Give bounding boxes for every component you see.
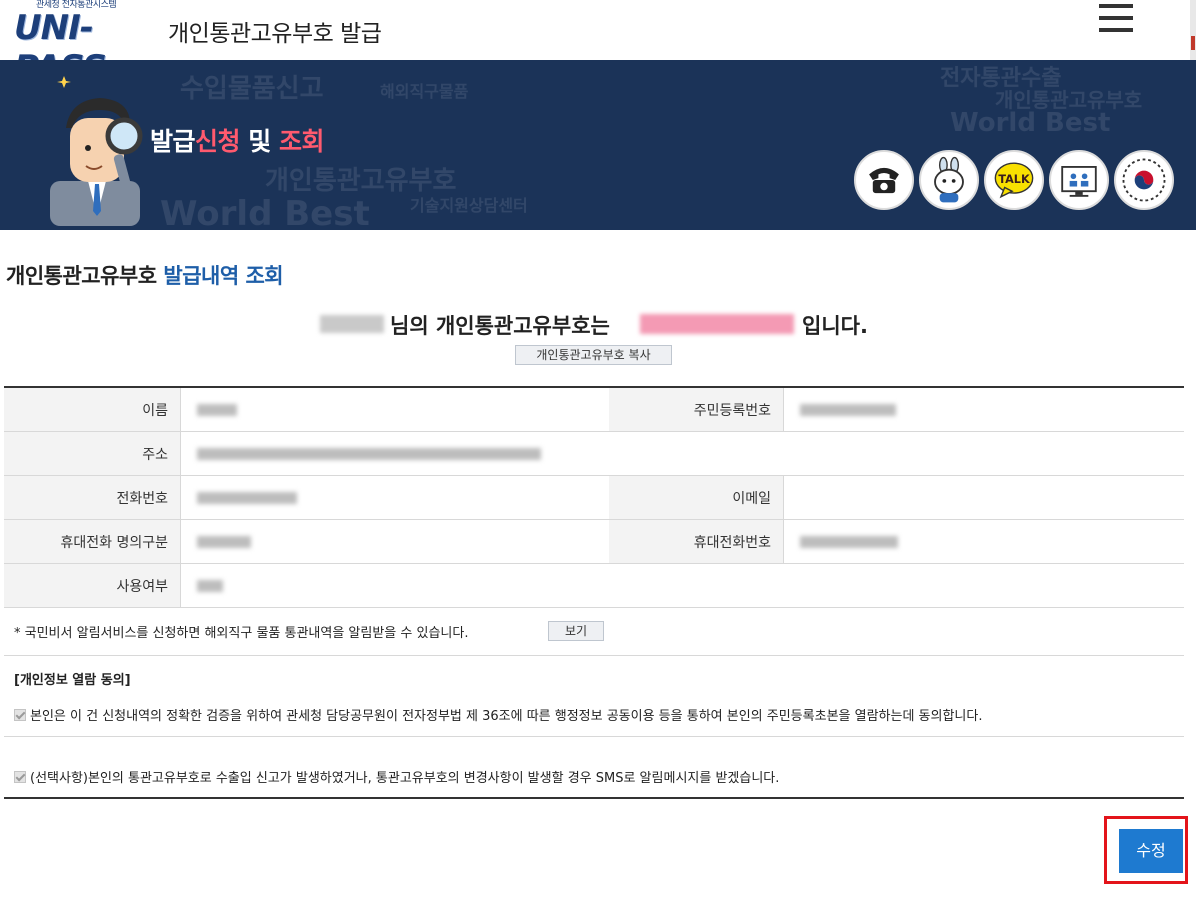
address-label: 주소 bbox=[4, 431, 181, 476]
consent-checkbox-1[interactable] bbox=[14, 709, 26, 721]
hamburger-menu-icon[interactable] bbox=[1099, 4, 1133, 34]
hero-banner: 수입물품신고 해외직구물품 전자통관수출 개인통관고유부호 World Best… bbox=[0, 60, 1196, 230]
consent-title: [개인정보 열람 동의] bbox=[14, 673, 131, 688]
name-label: 이름 bbox=[4, 386, 181, 432]
consent-item-2: (선택사항)본인의 통관고유부호로 수출입 신고가 발생하였거나, 통관고유부호… bbox=[14, 767, 779, 786]
email-value bbox=[783, 475, 1184, 520]
phone-value bbox=[180, 475, 609, 520]
top-header: 관세청 전자통관시스템 UNI-PASS 개인통관고유부호 발급 bbox=[0, 0, 1196, 88]
notice-text: * 국민비서 알림서비스를 신청하면 해외직구 물품 통관내역을 알림받을 수 … bbox=[14, 626, 469, 641]
consent-text-2: (선택사항)본인의 통관고유부호로 수출입 신고가 발생하였거나, 통관고유부호… bbox=[30, 771, 780, 786]
page-title: 개인통관고유부호 발급 bbox=[168, 21, 382, 47]
svg-text:TALK: TALK bbox=[998, 173, 1031, 186]
redacted-customs-code bbox=[640, 314, 794, 334]
divider bbox=[4, 736, 1184, 737]
mobile-owner-value bbox=[180, 519, 609, 564]
rrn-label: 주민등록번호 bbox=[609, 386, 784, 432]
copy-code-button[interactable]: 개인통관고유부호 복사 bbox=[515, 345, 672, 365]
consent-checkbox-2[interactable] bbox=[14, 771, 26, 783]
government-emblem-icon[interactable] bbox=[1114, 150, 1174, 210]
email-label: 이메일 bbox=[609, 475, 784, 520]
phone-icon[interactable] bbox=[854, 150, 914, 210]
divider bbox=[4, 655, 1184, 656]
applicant-info-table: 이름 주민등록번호 주소 전화번호 이메일 휴대전화 명의구분 휴대전화번호 사… bbox=[4, 386, 1184, 608]
magnifier-character-illustration bbox=[50, 76, 143, 226]
kakaotalk-icon[interactable]: TALK bbox=[984, 150, 1044, 210]
consent-text-1: 본인은 이 건 신청내역의 정확한 검증을 위하여 관세청 담당공무원이 전자정… bbox=[30, 709, 983, 724]
section-title: 개인통관고유부호 발급내역 조회 bbox=[6, 264, 284, 288]
view-button[interactable]: 보기 bbox=[548, 621, 604, 641]
phone-label: 전화번호 bbox=[4, 475, 181, 520]
redacted-name bbox=[320, 315, 384, 333]
usage-label: 사용여부 bbox=[4, 563, 181, 608]
rrn-value bbox=[783, 386, 1184, 432]
scrollbar[interactable] bbox=[1190, 0, 1196, 60]
consent-item-1: 본인은 이 건 신청내역의 정확한 검증을 위하여 관세청 담당공무원이 전자정… bbox=[14, 705, 982, 724]
remote-support-icon[interactable] bbox=[1049, 150, 1109, 210]
edit-button[interactable]: 수정 bbox=[1119, 829, 1183, 873]
mobile-label: 휴대전화번호 bbox=[609, 519, 784, 564]
result-text: 님의 개인통관고유부호는 bbox=[390, 314, 610, 338]
name-value bbox=[180, 386, 609, 432]
result-message: 님의 개인통관고유부호는 입니다. bbox=[0, 310, 1196, 338]
mobile-owner-label: 휴대전화 명의구분 bbox=[4, 519, 181, 564]
unipass-logo[interactable]: 관세청 전자통관시스템 UNI-PASS bbox=[14, 0, 160, 88]
chatbot-icon[interactable] bbox=[919, 150, 979, 210]
banner-title: 발급신청 및 조회 bbox=[150, 127, 324, 156]
address-value bbox=[180, 431, 1184, 476]
bottom-divider bbox=[4, 797, 1184, 799]
usage-value bbox=[180, 563, 1184, 608]
result-text-end: 입니다. bbox=[802, 314, 868, 338]
mobile-value bbox=[783, 519, 1184, 564]
